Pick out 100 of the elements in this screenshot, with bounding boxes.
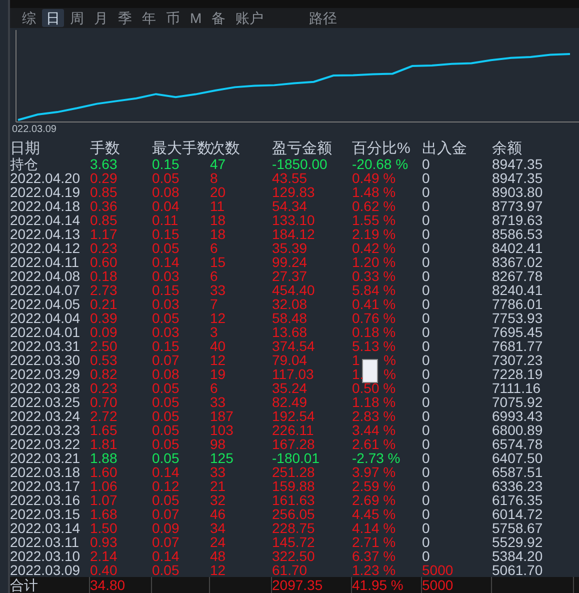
table-cell-text: 7228.19 xyxy=(492,367,544,382)
table-cell-text: 0.40 xyxy=(90,563,118,578)
table-cell-text: 251.28 xyxy=(272,465,316,480)
table-cell-text: 0.05 xyxy=(152,395,180,410)
table-cell: 5.13 % xyxy=(352,339,396,354)
table-cell: 0.50 % xyxy=(352,381,396,396)
table-cell-text: 0 xyxy=(422,381,431,396)
table-cell-text: 0.29 xyxy=(90,171,118,186)
table-cell-text: 145.72 xyxy=(272,535,316,550)
period-tab[interactable]: 备 xyxy=(208,8,230,27)
table-cell-text: 0.05 xyxy=(152,171,180,186)
table-cell-text: 0 xyxy=(422,311,431,326)
table-cell-text: 0.05 xyxy=(152,423,180,438)
table-cell: 1. xyxy=(352,367,364,382)
table-cell-text: 6 xyxy=(210,241,219,256)
table-cell-text: 0.07 xyxy=(152,507,180,522)
table-cell-text: 34 xyxy=(210,521,227,536)
table-cell-text: 6176.35 xyxy=(492,493,544,508)
date-cell-text: 2022.04.04 xyxy=(10,311,82,326)
table-cell-text: 0.82 xyxy=(90,367,118,382)
table-cell-text: 322.50 xyxy=(272,549,316,564)
cursor-box xyxy=(362,359,378,384)
table-cell-text: 125 xyxy=(210,451,234,466)
period-tab[interactable]: 月 xyxy=(90,8,112,27)
period-tab[interactable]: M xyxy=(186,8,206,27)
table-cell: 2.19 % xyxy=(352,227,396,242)
table-cell: 5.84 % xyxy=(352,283,396,298)
column-header: 出入金 xyxy=(422,140,468,158)
table-cell-text: 0.23 xyxy=(90,381,118,396)
table-cell-text: 0 xyxy=(422,185,431,200)
table-cell-text: 1.81 xyxy=(90,437,118,452)
table-cell-text: 0.18 xyxy=(90,269,118,284)
table-cell-text: 7 xyxy=(210,297,219,312)
table-cell: 0.49 % xyxy=(352,171,396,186)
table-cell-text: 0 xyxy=(422,199,431,214)
table-cell-text: 6587.51 xyxy=(492,465,544,480)
table-cell-text: 0 xyxy=(422,269,431,284)
table-cell: 1.48 % xyxy=(352,185,396,200)
table-cell-text: 0.60 xyxy=(90,255,118,270)
table-cell-text: 0 xyxy=(422,437,431,452)
column-header: 百分比% xyxy=(352,140,412,158)
table-cell-text: 61.70 xyxy=(272,563,308,578)
table-cell-text: 0.07 xyxy=(152,535,180,550)
table-cell-text: 13.68 xyxy=(272,325,308,340)
period-tab[interactable]: 周 xyxy=(66,8,88,27)
table-cell: 2097.35 xyxy=(272,577,352,593)
table-cell-text: 0 xyxy=(422,339,431,354)
table-cell-text: 0 xyxy=(422,353,431,368)
table-cell-text: 0.05 xyxy=(152,381,180,396)
column-header: 次数 xyxy=(210,140,241,158)
table-cell-text: 99.24 xyxy=(272,255,308,270)
period-tab[interactable]: 年 xyxy=(138,8,160,27)
table-cell-text: 0.14 xyxy=(152,549,180,564)
date-cell-text: 2022.03.15 xyxy=(10,507,82,522)
table-cell-text: 0.05 xyxy=(152,311,180,326)
table-cell: 2.59 % xyxy=(352,479,396,494)
date-cell-text: 2022.03.24 xyxy=(10,409,82,424)
column-header: 盈亏金额 xyxy=(272,140,333,158)
period-tab[interactable]: 账户 xyxy=(232,8,268,27)
date-cell-text: 2022.04.08 xyxy=(10,269,82,284)
table-cell: % xyxy=(384,367,396,382)
date-cell-text: 2022.04.14 xyxy=(10,213,82,228)
period-tab[interactable]: 综 xyxy=(18,8,40,27)
table-cell-text: 7786.01 xyxy=(492,297,544,312)
table-cell-text: 159.88 xyxy=(272,479,316,494)
date-cell-text: 2022.04.19 xyxy=(10,185,82,200)
table-cell-text: 0.05 xyxy=(152,493,180,508)
table-cell-text: 0.15 xyxy=(152,157,180,172)
period-tab[interactable]: 日 xyxy=(42,8,64,27)
table-cell: 2.83 % xyxy=(352,409,396,424)
table-cell-text: 1.07 xyxy=(90,493,118,508)
table-cell-text: 0 xyxy=(422,297,431,312)
date-cell-text: 持仓 xyxy=(10,157,39,172)
table-cell-text: 0.03 xyxy=(152,269,180,284)
table-cell-text: 0 xyxy=(422,479,431,494)
table-cell-text: 35.24 xyxy=(272,381,308,396)
table-cell-text: 0 xyxy=(422,395,431,410)
table-cell-text: 0.07 xyxy=(152,353,180,368)
table-cell-text: 24 xyxy=(210,535,227,550)
table-cell-text: 0 xyxy=(422,535,431,550)
table-cell: 1.20 % xyxy=(352,255,396,270)
table-cell-text: 0.14 xyxy=(152,465,180,480)
period-tab[interactable]: 币 xyxy=(162,8,184,27)
table-cell-text: 32.08 xyxy=(272,297,308,312)
table-cell-text: 40 xyxy=(210,339,227,354)
path-tab[interactable]: 路径 xyxy=(305,8,341,27)
table-cell-text: 5384.20 xyxy=(492,549,544,564)
table-cell: 4.45 % xyxy=(352,507,396,522)
table-cell-text: 0 xyxy=(422,423,431,438)
table-cell: 0.41 % xyxy=(352,297,396,312)
table-cell-text: 35.39 xyxy=(272,241,308,256)
table-cell-text: 6336.23 xyxy=(492,479,544,494)
table-cell-text: 6 xyxy=(210,381,219,396)
table-cell-text: 5529.92 xyxy=(492,535,544,550)
table-cell-text: 0 xyxy=(422,171,431,186)
period-tab[interactable]: 季 xyxy=(114,8,136,27)
table-cell-text: 161.63 xyxy=(272,493,316,508)
date-cell-text: 2022.03.31 xyxy=(10,339,82,354)
table-cell-text: 0.05 xyxy=(152,451,180,466)
table-cell: 0.33 % xyxy=(352,269,396,284)
